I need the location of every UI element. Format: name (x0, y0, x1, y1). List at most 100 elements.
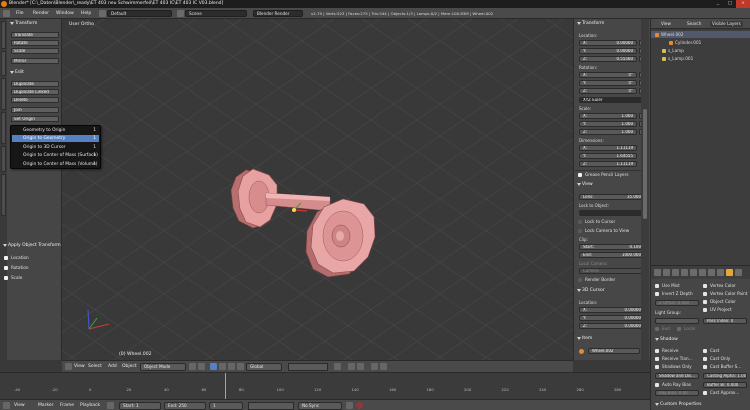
outliner-tab-view[interactable]: View (661, 21, 671, 27)
rotation-z-field[interactable]: Z: 0° (579, 88, 637, 94)
scene-icon[interactable] (672, 269, 679, 276)
scale-checkbox[interactable]: Scale (3, 275, 22, 281)
minimize-button[interactable]: _ (712, 0, 724, 8)
rotation-x-field[interactable]: X: 0° (579, 72, 637, 78)
modifier-icon[interactable] (708, 269, 715, 276)
render-engine-select[interactable]: Blender Render (253, 10, 303, 17)
end-frame-field[interactable]: End: 250 (164, 402, 206, 410)
lens-field[interactable]: Lens: 35.000 (579, 194, 645, 200)
lock-camera-checkbox[interactable]: Lock Camera to View (577, 228, 629, 234)
menu-playback[interactable]: Playback (80, 403, 100, 409)
ray-bias-field[interactable]: Ray Bias: 0.00 (655, 390, 699, 396)
set-origin-button[interactable]: Set Origin (11, 116, 59, 122)
current-frame-field[interactable]: 1 (209, 402, 243, 410)
location-x-field[interactable]: X: 0.00000 (579, 40, 637, 46)
editor-type-icon[interactable] (3, 402, 10, 409)
item-name-field[interactable]: Wheel.002 (588, 348, 640, 354)
pivot-icon[interactable] (198, 363, 205, 370)
menu-view[interactable]: View (74, 364, 85, 370)
outliner-tab-visible-layers[interactable]: Visible Layers (710, 21, 743, 27)
rotation-mode-select[interactable]: XYZ Euler (579, 97, 645, 103)
editor-type-icon[interactable] (3, 10, 10, 17)
duplicate-linked-button[interactable]: Duplicate Linked (11, 89, 59, 95)
uv-project-checkbox[interactable]: UV Project (703, 307, 732, 313)
tab-animation[interactable] (1, 112, 6, 144)
menu-item-origin-to-geometry[interactable]: Origin to Geometry 1 (12, 135, 99, 142)
outliner-tab-search[interactable]: Search (687, 21, 701, 27)
menu-frame[interactable]: Frame (60, 403, 74, 409)
location-checkbox[interactable]: Location (3, 255, 29, 261)
delete-button[interactable]: Delete (11, 97, 59, 103)
buffer-bias-field[interactable]: Buffer Bi: 0.000 (703, 382, 747, 388)
object-icon[interactable] (690, 269, 697, 276)
tab-relations[interactable] (1, 78, 6, 110)
item-panel-header[interactable]: Item (575, 335, 592, 342)
menu-item-geometry-to-origin[interactable]: Geometry to Origin 1 (12, 127, 99, 134)
menu-add[interactable]: Add (108, 364, 117, 370)
light-group-field[interactable] (655, 318, 699, 324)
tab-tools[interactable] (1, 21, 6, 49)
rotation-checkbox[interactable]: Rotation (3, 265, 29, 271)
menu-render[interactable]: Render (33, 10, 49, 17)
cursor-y-field[interactable]: Y: 0.00000 (579, 315, 645, 321)
location-y-field[interactable]: Y: 0.00000 (579, 48, 637, 54)
menu-item-origin-to-mass-volume[interactable]: Origin to Center of Mass (Volume) 1 (12, 161, 99, 168)
menu-item-origin-to-mass-surface[interactable]: Origin to Center of Mass (Surface) 1 (12, 152, 99, 159)
close-button[interactable]: × (736, 0, 750, 8)
object-color-checkbox[interactable]: Object Color (703, 299, 736, 305)
sync-select[interactable]: No Sync (298, 402, 342, 410)
scale-y-field[interactable]: Y: 1.000 (579, 121, 637, 127)
lock-to-cursor-checkbox[interactable]: Lock to Cursor (577, 219, 615, 225)
menu-file[interactable]: File (16, 10, 24, 17)
shadow-panel-header[interactable]: Shadow (653, 336, 678, 343)
cast-only-checkbox[interactable]: Cast Only (703, 356, 730, 362)
world-icon[interactable] (681, 269, 688, 276)
wheel-model[interactable] (230, 168, 376, 278)
cast-buffer-checkbox[interactable]: Cast Buffer S... (703, 364, 741, 370)
scale-icon[interactable] (237, 363, 244, 370)
custom-properties-header[interactable]: Custom Properties (653, 401, 701, 408)
keyframe-icon[interactable] (107, 402, 114, 409)
timeline[interactable]: -40 -20 0 20 40 60 80 100 120 140 160 180 200 220 240 2… (0, 372, 650, 410)
mirror-button[interactable]: Mirror (11, 58, 59, 64)
shadows-only-checkbox[interactable]: Shadows Only (655, 364, 692, 370)
layer-buttons[interactable] (288, 363, 328, 371)
z-offset-field[interactable]: Z Offset: 0.000 (655, 300, 699, 306)
keyframe-set-icon[interactable] (346, 402, 353, 409)
dimensions-y-field[interactable]: Y: 1.64555 (579, 153, 637, 159)
outliner-row[interactable]: Cylinder.001 (651, 39, 750, 46)
invert-z-checkbox[interactable]: Invert Z Depth (655, 291, 693, 297)
render-border-checkbox[interactable]: Render Border (577, 277, 615, 283)
playback-controls[interactable] (248, 402, 294, 410)
operator-panel-header[interactable]: Apply Object Transform (1, 242, 61, 249)
cast-approx-checkbox[interactable]: Cast Approx... (703, 390, 739, 396)
orientation-select[interactable]: Global (246, 363, 282, 371)
use-mist-checkbox[interactable]: Use Mist (655, 283, 680, 289)
transform-panel-header[interactable]: Transform (8, 20, 37, 27)
location-z-field[interactable]: Z: 0.55560 (579, 56, 637, 62)
menu-item-origin-to-3d-cursor[interactable]: Origin to 3D Cursor 1 (12, 144, 99, 151)
dimensions-x-field[interactable]: X: 1.11119 (579, 145, 637, 151)
properties-scrollbar[interactable] (641, 19, 649, 360)
record-icon[interactable] (356, 402, 363, 409)
casting-alpha-field[interactable]: Casting Alpha: 1.000 (703, 373, 747, 379)
menu-help[interactable]: Help (81, 10, 91, 17)
cursor-x-field[interactable]: X: 0.00000 (579, 307, 645, 313)
clip-start-field[interactable]: Start: 0.100 (579, 244, 645, 250)
snap-icon[interactable] (348, 363, 355, 370)
auto-ray-bias-checkbox[interactable]: Auto Ray Bias (655, 382, 691, 388)
translate-icon[interactable] (219, 363, 226, 370)
menu-window[interactable]: Window (56, 10, 74, 17)
scale-z-field[interactable]: Z: 1.000 (579, 129, 637, 135)
duplicate-button[interactable]: Duplicate (11, 81, 59, 87)
rotation-y-field[interactable]: Y: 0° (579, 80, 637, 86)
mode-select[interactable]: Object Mode (140, 363, 186, 371)
lock-object-field[interactable] (579, 210, 645, 216)
snap-target-icon[interactable] (357, 363, 364, 370)
shadow-mode-select[interactable]: Shadow and Dis... (655, 373, 699, 379)
tab-create[interactable] (1, 51, 6, 76)
transform-panel-header[interactable]: Transform (575, 20, 604, 27)
render-preview-icon[interactable] (371, 363, 378, 370)
join-button[interactable]: Join (11, 107, 59, 113)
outliner-row[interactable]: Wheel.002 (651, 31, 750, 38)
